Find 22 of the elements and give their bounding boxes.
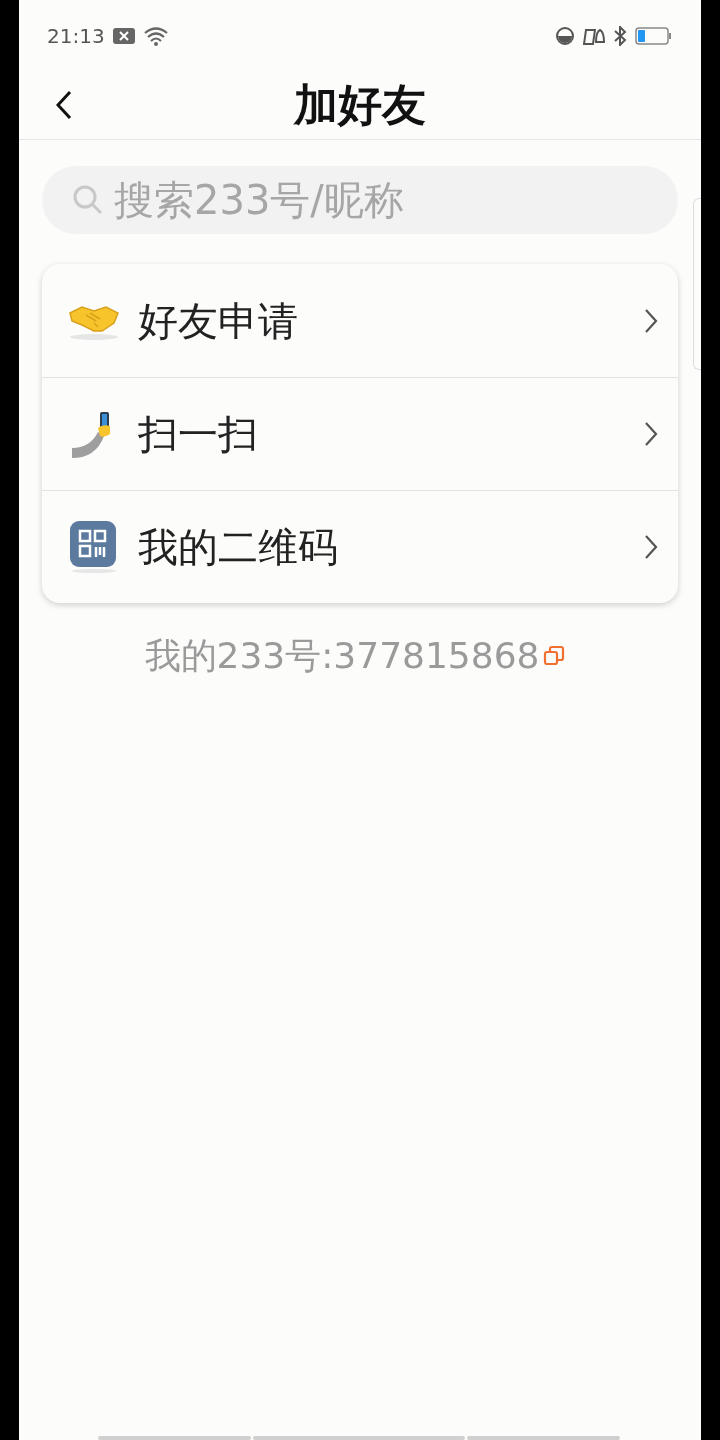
notification-icon (112, 28, 135, 44)
search-icon (72, 184, 104, 216)
page-title: 加好友 (294, 77, 426, 132)
chevron-right-icon (644, 421, 658, 447)
search-field[interactable]: 搜索233号/昵称 (114, 170, 614, 230)
copy-icon[interactable] (543, 645, 566, 667)
menu-label: 扫一扫 (138, 410, 259, 459)
menu-label: 我的二维码 (138, 523, 339, 572)
back-icon (56, 89, 72, 120)
battery-icon (635, 26, 673, 46)
status-time: 21:13 (47, 23, 105, 50)
chevron-right-icon (644, 534, 658, 560)
menu-item[interactable]: 扫一扫 (42, 377, 678, 490)
bluetooth-icon (613, 26, 627, 46)
chevron-right-icon (644, 307, 658, 334)
data-saver-icon (555, 26, 575, 46)
menu-label: 好友申请 (138, 296, 299, 346)
search-bar[interactable]: 搜索233号/昵称 (42, 166, 678, 234)
wifi-icon (142, 26, 169, 46)
my-id-text: 我的233号:377815868 (144, 634, 540, 678)
menu-item[interactable]: 好友申请 (42, 264, 678, 377)
menu-item[interactable]: 我的二维码 (42, 490, 678, 603)
